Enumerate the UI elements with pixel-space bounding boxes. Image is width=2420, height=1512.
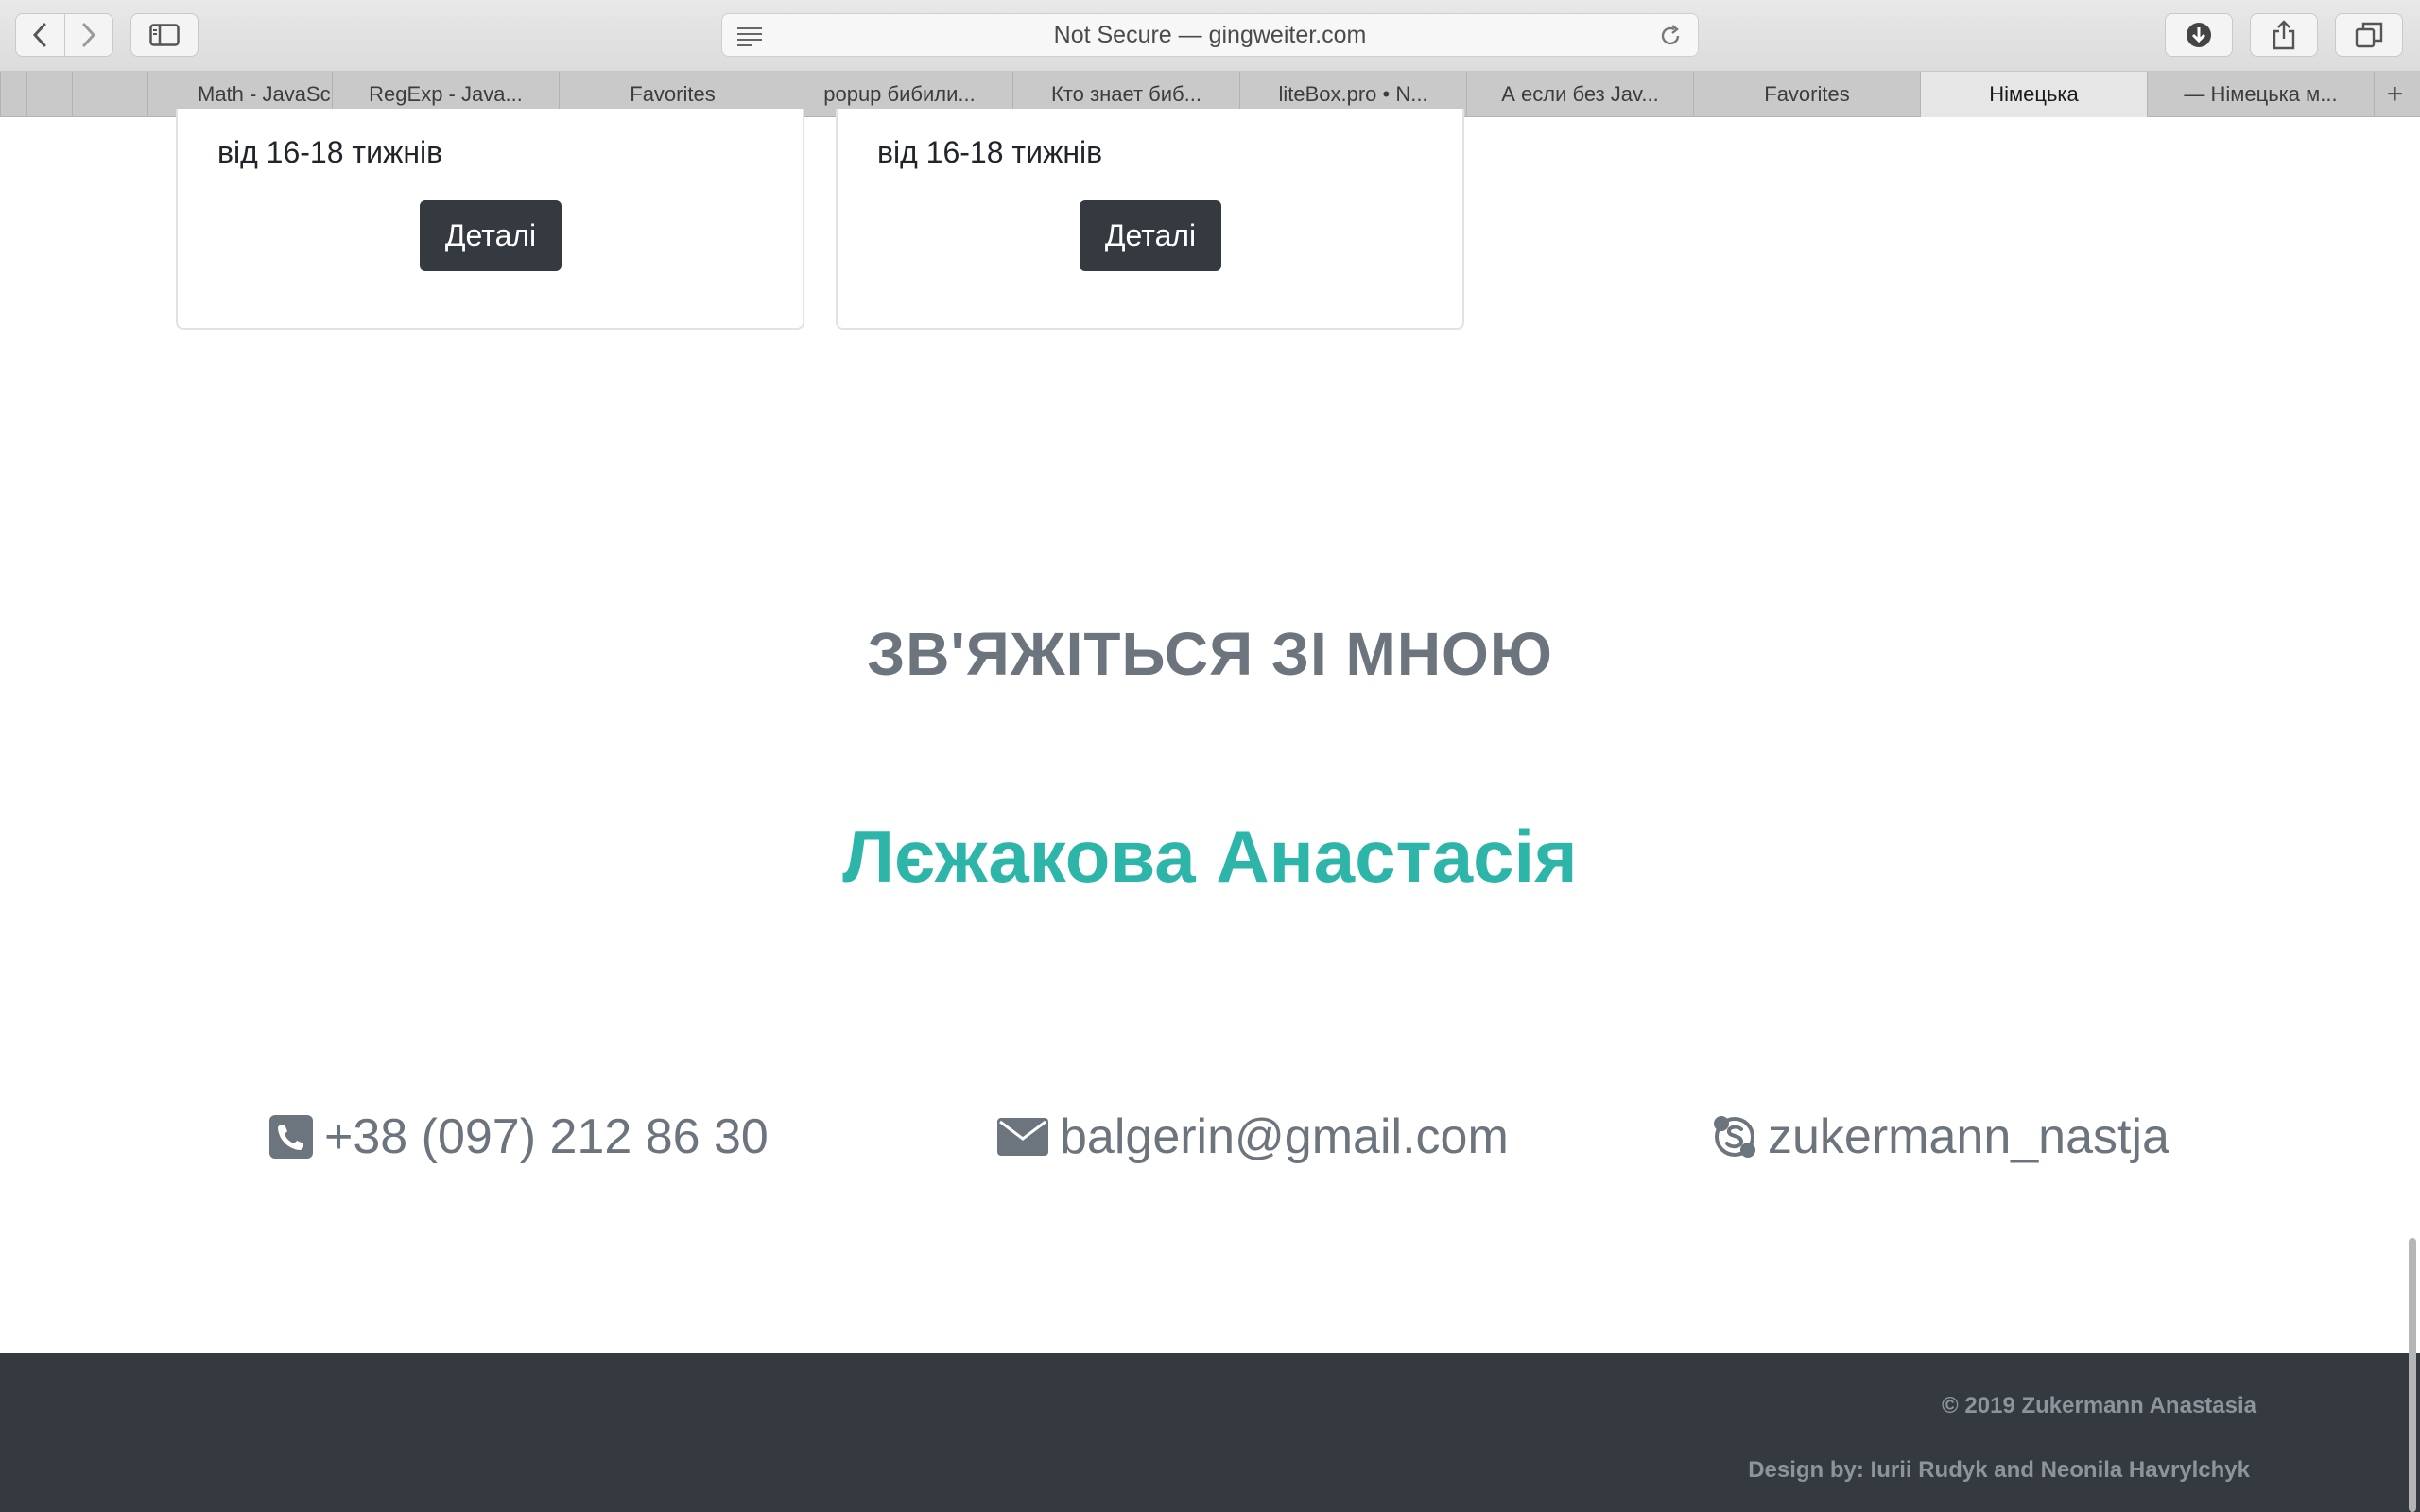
tab-spacer[interactable] (72, 72, 147, 117)
contact-name: Лєжакова Анастасія (842, 815, 1578, 898)
course-card: від 16-18 тижнів Деталі (176, 109, 804, 330)
course-duration: від 16-18 тижнів (877, 135, 1103, 169)
tab-label: — Німецька м... (2184, 82, 2338, 106)
course-duration: від 16-18 тижнів (217, 135, 443, 169)
phone-contact[interactable]: +38 (097) 212 86 30 (269, 1104, 769, 1170)
tab-label: Кто знает биб... (1051, 82, 1201, 106)
back-button[interactable] (16, 14, 64, 56)
envelope-icon (997, 1118, 1048, 1156)
tab-label: liteBox.pro • N... (1278, 82, 1428, 106)
skype-icon (1714, 1116, 1755, 1158)
tab-label: Німецька (1989, 82, 2079, 106)
skype-username: zukermann_nastja (1768, 1109, 2169, 1164)
downloads-button[interactable] (2165, 13, 2233, 57)
email-contact[interactable]: balgerin@gmail.com (997, 1104, 1509, 1170)
address-bar[interactable]: Not Secure — gingweiter.com (721, 13, 1699, 57)
phone-number: +38 (097) 212 86 30 (324, 1109, 769, 1164)
page-footer: © 2019 Zukermann Anastasia Design by: Iu… (0, 1353, 2420, 1512)
email-address: balgerin@gmail.com (1060, 1109, 1509, 1164)
tab-label: RegExp - Java... (369, 82, 523, 106)
course-card: від 16-18 тижнів Деталі (836, 109, 1464, 330)
tab-overview-button[interactable] (2335, 13, 2403, 57)
reload-icon[interactable] (1658, 24, 1683, 48)
history-nav (15, 13, 113, 57)
chevron-right-icon (82, 23, 95, 47)
new-tab-button[interactable]: + (2374, 72, 2415, 117)
tab-label: Favorites (1764, 82, 1850, 106)
plus-icon: + (2386, 78, 2404, 110)
browser-toolbar: Not Secure — gingweiter.com (0, 0, 2420, 72)
details-button[interactable]: Деталі (1080, 200, 1221, 271)
tab-label: Favorites (630, 82, 716, 106)
tab-pinned[interactable] (0, 72, 26, 117)
tab-bez-js[interactable]: А если без Jav... (1466, 72, 1693, 117)
sidebar-toggle-button[interactable] (130, 13, 199, 57)
tab-nimetska-active[interactable]: Німецька (1920, 72, 2147, 117)
tab-favorites-2[interactable]: Favorites (1693, 72, 1920, 117)
download-icon (2187, 23, 2211, 47)
vertical-scrollbar[interactable] (2409, 1238, 2416, 1512)
chevron-left-icon (33, 23, 46, 47)
tab-nimetska-2[interactable]: — Німецька м... (2147, 72, 2374, 117)
address-text: Not Secure — gingweiter.com (1053, 21, 1367, 48)
tab-label: Math - JavaScript (198, 82, 332, 106)
tabs-icon (2355, 22, 2383, 48)
tab-pinned[interactable] (26, 72, 72, 117)
tab-label: popup бибили... (823, 82, 976, 106)
skype-contact[interactable]: zukermann_nastja (1713, 1104, 2169, 1170)
page-content: від 16-18 тижнів Деталі від 16-18 тижнів… (0, 109, 2420, 1512)
copyright-text: © 2019 Zukermann Anastasia (1942, 1393, 2256, 1418)
design-credit: Design by: Iurii Rudyk and Neonila Havry… (1748, 1457, 2250, 1483)
share-button[interactable] (2250, 13, 2318, 57)
contact-heading: ЗВ'ЯЖІТЬСЯ ЗІ МНОЮ (867, 620, 1553, 688)
tab-label: А если без Jav... (1501, 82, 1659, 106)
reader-icon (737, 27, 762, 46)
details-button[interactable]: Деталі (420, 200, 562, 271)
phone-icon (269, 1115, 313, 1159)
sidebar-icon (149, 24, 180, 46)
share-icon (2273, 20, 2295, 50)
forward-button[interactable] (63, 14, 113, 56)
